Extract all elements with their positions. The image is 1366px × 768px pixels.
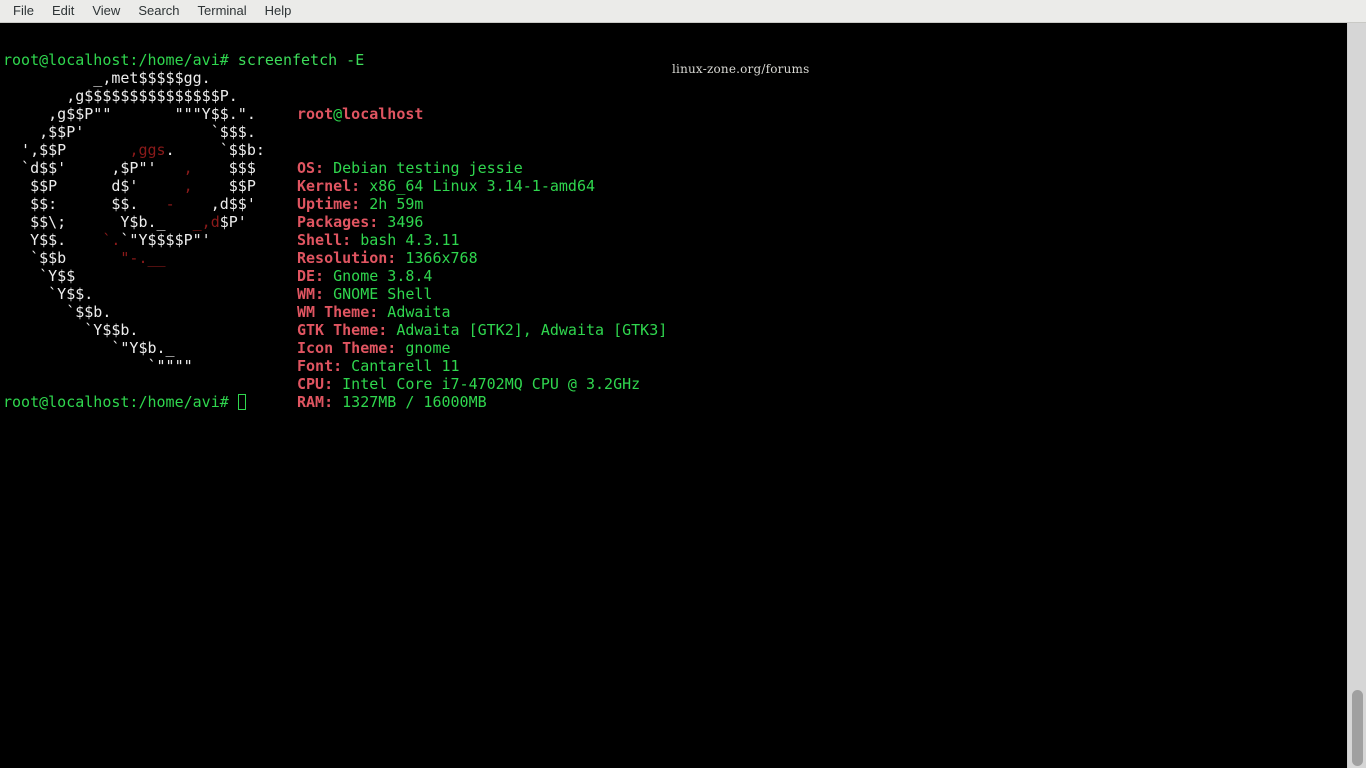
scrollbar-thumb[interactable] [1352,690,1363,766]
logo-line: $$\; Y$b._ _,d$P' [3,213,265,231]
logo-line: Y$$. `.`"Y$$$$P"' [3,231,265,249]
host-user: root [297,105,333,123]
logo-line: ,g$$P"" """Y$$.". [3,105,265,123]
info-label: OS: [297,159,324,177]
logo-line: `"""" [3,357,265,375]
info-row: CPU: Intel Core i7-4702MQ CPU @ 3.2GHz [297,375,667,393]
host-at: @ [333,105,342,123]
info-row: Kernel: x86_64 Linux 3.14-1-amd64 [297,177,667,195]
bottom-prompt-line: root@localhost:/home/avi# [3,393,246,411]
info-value: 1327MB / 16000MB [333,393,487,411]
info-row: Icon Theme: gnome [297,339,667,357]
info-value: 2h 59m [360,195,423,213]
info-value: 1366x768 [396,249,477,267]
logo-line: ',$$P ,ggs. `$$b: [3,141,265,159]
info-value: Gnome 3.8.4 [324,267,432,285]
logo-line: $$P d$' , $$P [3,177,265,195]
logo-line: `Y$$b. [3,321,265,339]
logo-line: _,met$$$$$gg. [3,69,265,87]
menu-file[interactable]: File [4,0,43,22]
info-label: RAM: [297,393,333,411]
info-value: x86_64 Linux 3.14-1-amd64 [360,177,595,195]
logo-line: `$$b. [3,303,265,321]
info-label: DE: [297,267,324,285]
logo-line: ,$$P' `$$$. [3,123,265,141]
logo-line: `d$$' ,$P"' , $$$ [3,159,265,177]
info-label: Resolution: [297,249,396,267]
info-row: Uptime: 2h 59m [297,195,667,213]
info-value: 3496 [378,213,423,231]
info-row: Font: Cantarell 11 [297,357,667,375]
info-label: Shell: [297,231,351,249]
terminal-screen[interactable]: root@localhost:/home/avi# screenfetch -E… [0,23,1347,768]
menu-help[interactable]: Help [256,0,301,22]
info-value: gnome [396,339,450,357]
logo-line: `$$b "-.__ [3,249,265,267]
host-line: root@localhost [297,105,667,123]
info-value: GNOME Shell [324,285,432,303]
info-value: Debian testing jessie [324,159,523,177]
info-row: OS: Debian testing jessie [297,159,667,177]
logo-line: `"Y$b._ [3,339,265,357]
shell-prompt-bottom: root@localhost:/home/avi# [3,393,229,411]
info-label: Icon Theme: [297,339,396,357]
info-row: DE: Gnome 3.8.4 [297,267,667,285]
menu-search[interactable]: Search [129,0,188,22]
info-label: Packages: [297,213,378,231]
info-value: Cantarell 11 [342,357,459,375]
menu-terminal[interactable]: Terminal [189,0,256,22]
info-row: Resolution: 1366x768 [297,249,667,267]
screenfetch-info-block: root@localhost OS: Debian testing jessie… [297,69,667,447]
logo-line: $$: $$. - ,d$$' [3,195,265,213]
debian-ascii-logo: _,met$$$$$gg. ,g$$$$$$$$$$$$$$$P. ,g$$P"… [3,69,265,375]
info-row: WM Theme: Adwaita [297,303,667,321]
info-label: Kernel: [297,177,360,195]
vertical-scrollbar[interactable] [1347,23,1366,768]
info-value: Intel Core i7-4702MQ CPU @ 3.2GHz [333,375,640,393]
shell-prompt: root@localhost:/home/avi# [3,51,229,69]
logo-line: `Y$$ [3,267,265,285]
info-row: GTK Theme: Adwaita [GTK2], Adwaita [GTK3… [297,321,667,339]
info-label: WM: [297,285,324,303]
menu-edit[interactable]: Edit [43,0,83,22]
info-label: Uptime: [297,195,360,213]
menu-view[interactable]: View [83,0,129,22]
info-label: CPU: [297,375,333,393]
menu-bar: File Edit View Search Terminal Help [0,0,1366,23]
logo-line: ,g$$$$$$$$$$$$$$$P. [3,87,265,105]
info-label: WM Theme: [297,303,378,321]
info-row: WM: GNOME Shell [297,285,667,303]
text-cursor [238,394,246,410]
info-label: Font: [297,357,342,375]
host-name: localhost [342,105,423,123]
info-label: GTK Theme: [297,321,387,339]
info-value: Adwaita [GTK2], Adwaita [GTK3] [387,321,667,339]
command-line: root@localhost:/home/avi# screenfetch -E [3,51,364,69]
shell-command: screenfetch -E [229,51,364,69]
info-row: RAM: 1327MB / 16000MB [297,393,667,411]
logo-line: `Y$$. [3,285,265,303]
info-row: Packages: 3496 [297,213,667,231]
info-value: bash 4.3.11 [351,231,459,249]
watermark-text: linux-zone.org/forums [672,62,810,76]
info-value: Adwaita [378,303,450,321]
info-row: Shell: bash 4.3.11 [297,231,667,249]
